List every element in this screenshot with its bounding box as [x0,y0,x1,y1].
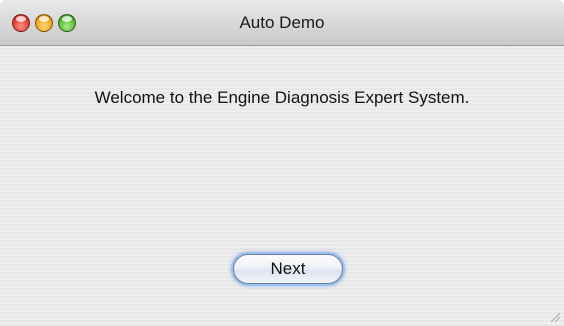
app-window: Auto Demo Welcome to the Engine Diagnosi… [0,0,564,326]
resize-grip-icon[interactable] [549,311,561,323]
title-bar[interactable]: Auto Demo [0,0,564,46]
next-button[interactable]: Next [233,254,343,284]
content-area: Welcome to the Engine Diagnosis Expert S… [0,46,564,326]
welcome-message: Welcome to the Engine Diagnosis Expert S… [94,88,470,107]
window-title: Auto Demo [239,13,325,32]
